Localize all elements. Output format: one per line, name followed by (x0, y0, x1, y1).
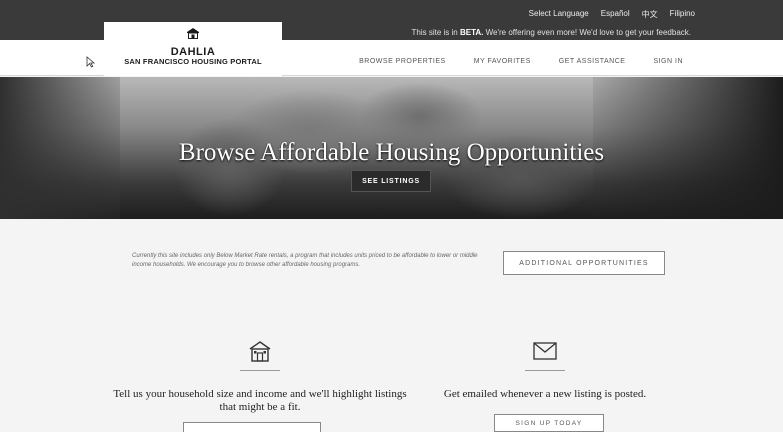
envelope-icon (533, 342, 557, 360)
nav-links: BROWSE PROPERTIES MY FAVORITES GET ASSIS… (359, 58, 683, 65)
beta-notice: This site is in BETA. We're offering eve… (412, 28, 692, 37)
nav-my-favorites[interactable]: MY FAVORITES (474, 58, 531, 65)
nav-browse-properties[interactable]: BROWSE PROPERTIES (359, 58, 446, 65)
beta-prefix: This site is in (411, 28, 460, 37)
info-text: Currently this site includes only Below … (132, 253, 478, 268)
household-icon-underline (240, 370, 280, 371)
email-icon-underline (525, 370, 565, 371)
logo-subtitle: SAN FRANCISCO HOUSING PORTAL (124, 57, 262, 66)
site-logo[interactable]: DAHLIA SAN FRANCISCO HOUSING PORTAL (104, 22, 282, 76)
additional-opportunities-button[interactable]: ADDITIONAL OPPORTUNITIES (503, 251, 665, 275)
hero-title: Browse Affordable Housing Opportunities (178, 139, 605, 166)
see-listings-button[interactable]: SEE LISTINGS (351, 170, 431, 192)
household-feature-text: Tell us your household size and income a… (113, 388, 407, 413)
language-option-filipino[interactable]: Filipino (670, 9, 695, 20)
hero-banner: Browse Affordable Housing Opportunities (0, 77, 783, 219)
email-feature-text: Get emailed whenever a new listing is po… (443, 388, 647, 400)
nav-get-assistance[interactable]: GET ASSISTANCE (559, 58, 626, 65)
language-option-spanish[interactable]: Español (601, 9, 630, 20)
house-icon (249, 341, 271, 362)
house-icon (187, 28, 199, 39)
beta-feedback-link[interactable]: We're offering even more! We'd love to g… (483, 28, 691, 37)
household-action-button[interactable] (183, 422, 321, 432)
sign-up-today-button[interactable]: SIGN UP TODAY (494, 414, 604, 432)
cursor-icon (86, 56, 96, 68)
nav-sign-in[interactable]: SIGN IN (653, 58, 683, 65)
language-selector: Select Language Español 中文 Filipino (529, 9, 695, 20)
beta-word: BETA. (459, 28, 484, 37)
language-option-chinese[interactable]: 中文 (642, 9, 658, 20)
select-language-label: Select Language (528, 9, 589, 18)
